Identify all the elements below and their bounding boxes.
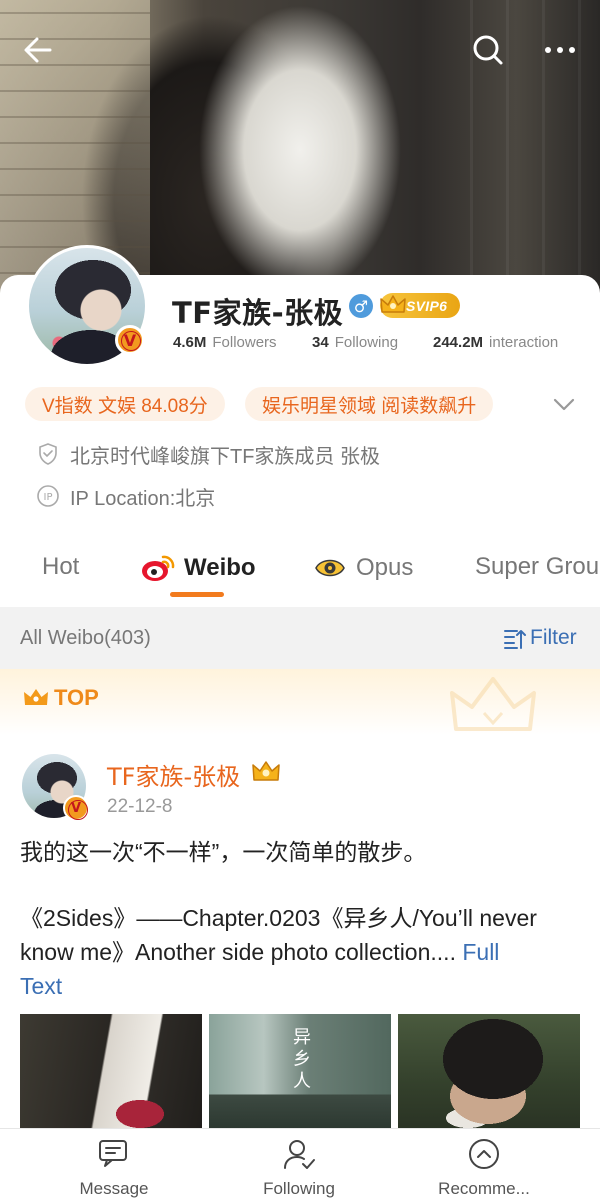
post-text-line1: 我的这一次“不一样”，一次简单的散步。 — [20, 839, 427, 865]
nav-message-label: Message — [79, 1179, 149, 1198]
interaction-stat[interactable]: 244.2M interaction — [433, 334, 558, 351]
photo-caption: 异乡人 — [293, 1027, 311, 1091]
interaction-value: 244.2M — [433, 334, 484, 351]
more-dots-icon — [545, 47, 575, 53]
tab-opus-label: Opus — [356, 554, 414, 581]
post-text-line4: Text — [20, 969, 585, 1003]
bottom-navigation: Message Following Recomme... — [0, 1128, 600, 1198]
following-icon — [284, 1140, 315, 1169]
filter-button[interactable]: Filter — [502, 625, 577, 651]
post-text-line3: know me》Another side photo collection...… — [20, 935, 585, 969]
top-label: TOP — [22, 685, 99, 711]
post-author-name[interactable]: TF家族-张极 — [107, 757, 240, 792]
tab-super-group-label: Super Grou — [475, 553, 600, 580]
weibo-logo-icon — [142, 555, 175, 581]
ip-icon: IP — [37, 485, 59, 507]
chevron-down-icon[interactable] — [550, 392, 578, 416]
filter-bar: All Weibo(403) Filter — [0, 607, 600, 669]
shield-icon — [39, 443, 57, 465]
post-verified-v-icon: V — [63, 795, 89, 821]
back-button[interactable] — [18, 30, 58, 70]
tab-weibo[interactable]: Weibo — [141, 553, 256, 583]
vip-crown-icon — [252, 761, 280, 781]
post-photo-3[interactable] — [398, 1014, 580, 1129]
reading-surge-chip[interactable]: 娱乐明星领域 阅读数飙升 — [245, 387, 494, 421]
post-text-line3-body: know me》Another side photo collection...… — [20, 939, 456, 965]
verified-v-icon: V — [115, 325, 145, 355]
followers-value: 4.6M — [173, 334, 207, 351]
tab-weibo-label: Weibo — [184, 554, 256, 581]
nav-message[interactable]: Message — [44, 1137, 184, 1198]
svg-text:IP: IP — [44, 492, 53, 503]
full-text-link[interactable]: Full — [462, 939, 499, 965]
male-gender-icon: ♂ — [349, 294, 373, 318]
nav-following-label: Following — [263, 1179, 335, 1198]
post-text-line2: 《2Sides》——Chapter.0203《异乡人/You’ll never — [20, 905, 537, 931]
post-date: 22-12-8 — [107, 796, 173, 817]
followers-label: Followers — [212, 334, 277, 351]
nav-following[interactable]: Following — [229, 1137, 369, 1198]
interaction-label: interaction — [489, 334, 559, 351]
active-tab-indicator — [170, 592, 224, 597]
tab-opus[interactable]: Opus — [313, 553, 413, 583]
search-button[interactable] — [468, 30, 508, 70]
nav-recommend-label: Recomme... — [438, 1179, 530, 1198]
weibo-count: All Weibo(403) — [20, 627, 151, 649]
nav-recommend[interactable]: Recomme... — [414, 1137, 554, 1198]
v-index-chip[interactable]: V指数 文娱 84.08分 — [25, 387, 225, 421]
filter-icon — [504, 630, 526, 649]
recommend-icon — [469, 1139, 499, 1169]
decorative-crown-icon — [450, 677, 536, 731]
following-label: Following — [334, 334, 399, 351]
search-icon — [473, 35, 503, 65]
svip-badge[interactable]: SVIP6 — [380, 293, 460, 318]
post-photo-2[interactable]: 异乡人 — [209, 1014, 391, 1129]
message-icon — [99, 1140, 127, 1167]
more-button[interactable] — [540, 30, 580, 70]
following-stat[interactable]: 34 Following — [312, 334, 398, 351]
svip-label: SVIP6 — [406, 297, 448, 314]
svip-crown-icon — [380, 295, 406, 313]
verification-text: 北京时代峰峻旗下TF家族成员 张极 — [70, 445, 380, 468]
back-arrow-icon — [24, 37, 52, 63]
profile-name: TF家族-张极 — [172, 296, 344, 330]
tab-super-group[interactable]: Super Grou — [475, 553, 599, 581]
top-banner: TOP — [0, 669, 600, 735]
opus-icon — [315, 559, 345, 577]
full-text-link-continued[interactable]: Text — [20, 973, 62, 999]
tab-hot-label: Hot — [42, 553, 80, 580]
post-photo-1[interactable] — [20, 1014, 202, 1129]
ip-location-row: IP IP Location:北京 — [36, 482, 215, 510]
verification-row: 北京时代峰峻旗下TF家族成员 张极 — [36, 440, 380, 468]
tab-hot[interactable]: Hot — [42, 553, 79, 581]
top-crown-icon — [24, 689, 48, 705]
followers-stat[interactable]: 4.6M Followers — [173, 334, 277, 351]
following-value: 34 — [312, 334, 329, 351]
filter-label: Filter — [530, 626, 577, 649]
ip-location-text: IP Location:北京 — [70, 487, 216, 510]
top-text: TOP — [54, 685, 99, 710]
